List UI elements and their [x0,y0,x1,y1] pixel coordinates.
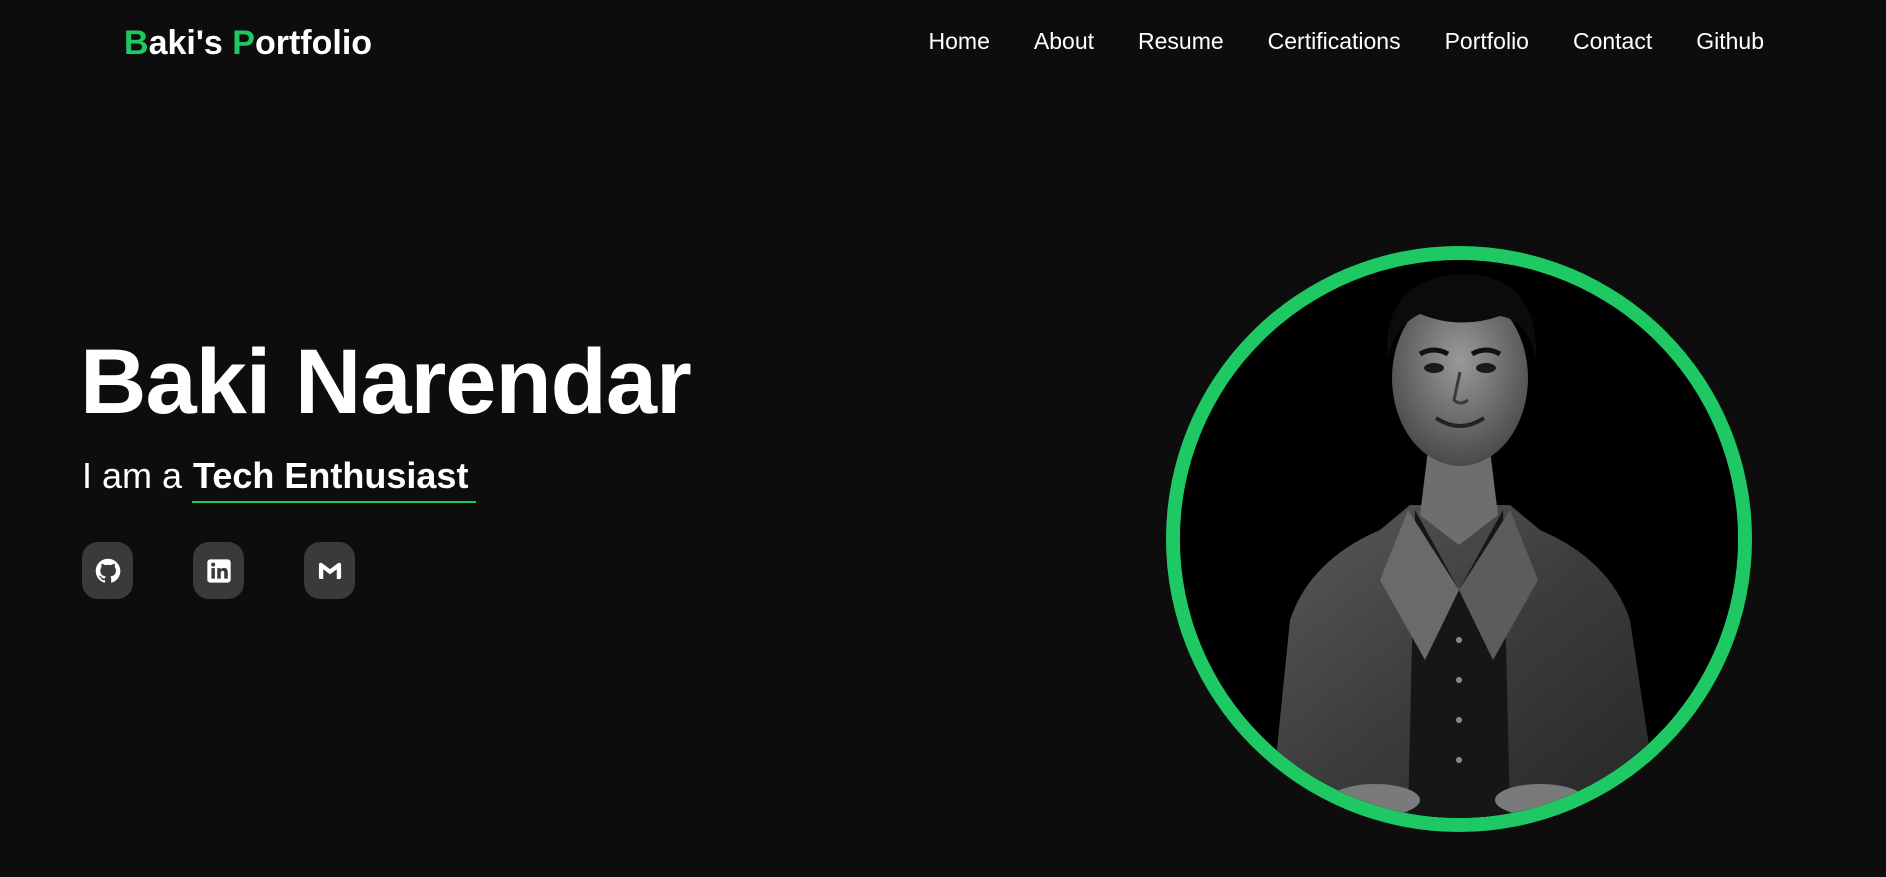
github-icon [95,558,120,583]
nav-portfolio[interactable]: Portfolio [1445,28,1529,55]
logo-text-aki: aki's [148,24,233,62]
site-logo[interactable]: Baki's Portfolio [124,24,372,63]
hero-tagline: I am a Tech Enthusiast [82,455,477,503]
logo-initial-b: B [124,24,149,62]
linkedin-button[interactable] [193,542,244,599]
github-button[interactable] [82,542,133,599]
gmail-icon [318,562,341,579]
logo-text-ortfolio: ortfolio [254,24,373,62]
social-links [82,542,355,599]
linkedin-icon [206,558,231,583]
nav-contact[interactable]: Contact [1573,28,1652,55]
hero-name: Baki Narendar [80,331,692,433]
nav-resume[interactable]: Resume [1138,28,1224,55]
profile-photo-ring [1166,246,1752,832]
logo-initial-p: P [232,24,255,62]
nav-github[interactable]: Github [1696,28,1764,55]
gmail-button[interactable] [304,542,355,599]
tagline-prefix: I am a [82,455,193,496]
person-photo-illustration [1180,260,1738,818]
page: Baki's Portfolio Home About Resume Certi… [0,0,1886,877]
nav-home[interactable]: Home [929,28,990,55]
main-nav: Home About Resume Certifications Portfol… [929,28,1764,55]
nav-about[interactable]: About [1034,28,1094,55]
tagline-role: Tech Enthusiast [192,455,477,503]
profile-photo [1180,260,1738,818]
nav-certifications[interactable]: Certifications [1268,28,1401,55]
